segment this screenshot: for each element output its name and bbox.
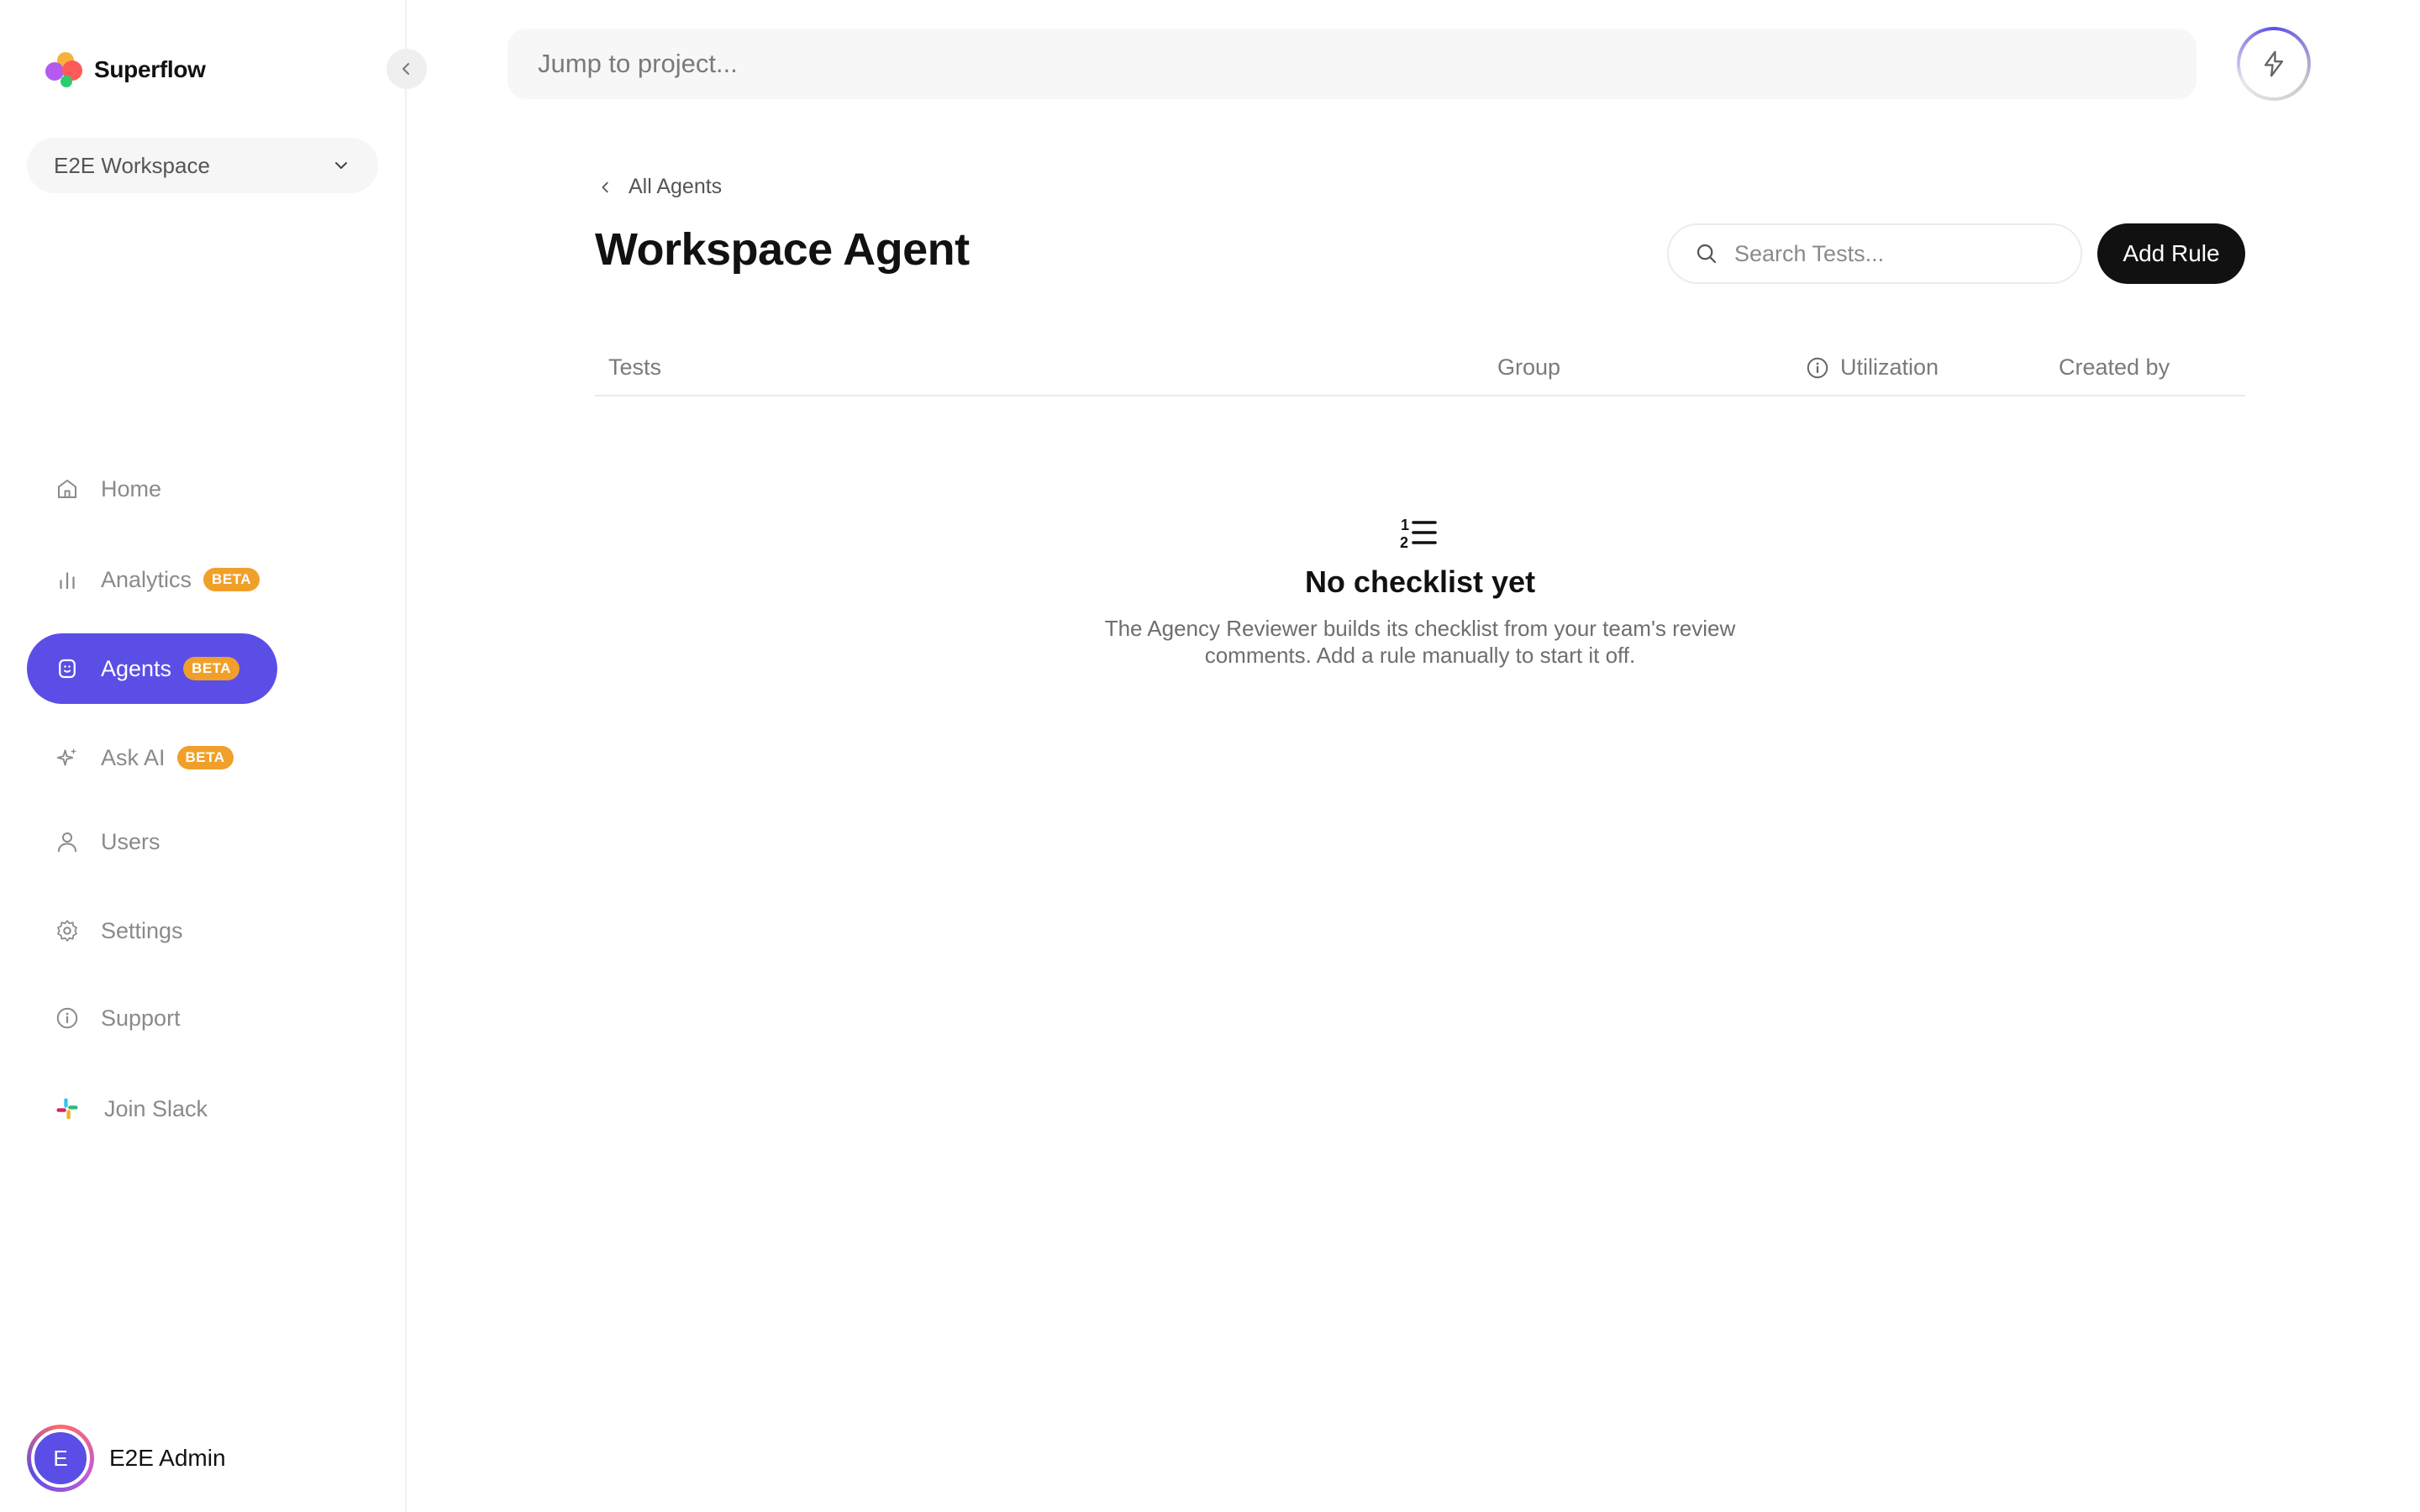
sidebar-item-label: Join Slack [104,1095,208,1121]
workspace-name: E2E Workspace [54,152,210,178]
empty-state-line: The Agency Reviewer builds its checklist… [1104,616,1736,641]
sidebar-item-home[interactable]: Home [27,454,161,524]
chevron-down-icon [335,162,347,169]
app-name: Superflow [94,56,206,82]
column-header-tests[interactable]: Tests [608,354,661,381]
workspace-selector[interactable]: E2E Workspace [27,138,378,193]
sidebar-item-settings[interactable]: Settings [27,895,183,966]
sidebar-item-label: Agents [101,655,172,681]
sidebar-item-label: Ask AI [101,744,166,770]
column-header-label: Utilization [1840,354,1939,380]
avatar-initial: E [31,1429,90,1488]
home-icon [54,475,81,502]
chevron-left-icon [598,180,613,195]
column-header-group[interactable]: Group [1497,354,1560,381]
user-profile[interactable]: E E2E Admin [27,1425,226,1492]
search-tests-input[interactable] [1734,240,2037,267]
tests-table-header: Tests Group Utilization Created by [595,346,2245,396]
sidebar-item-support[interactable]: Support [27,983,181,1053]
sidebar-item-users[interactable]: Users [27,806,160,877]
column-header-created-by[interactable]: Created by [2059,354,2170,381]
quick-actions-button[interactable] [2237,27,2311,101]
search-icon [1697,244,1717,264]
sidebar-item-analytics[interactable]: Analytics BETA [27,544,260,615]
info-icon [54,1005,81,1032]
sidebar-item-label: Support [101,1005,181,1031]
jump-to-project-search[interactable] [508,29,2196,99]
empty-state-line: comments. Add a rule manually to start i… [1204,643,1636,668]
info-icon[interactable] [1805,355,1830,381]
avatar[interactable]: E [27,1425,94,1492]
beta-badge: BETA [203,568,260,591]
svg-text:2: 2 [1400,534,1408,551]
user-name: E2E Admin [109,1445,226,1471]
user-icon [54,828,81,855]
sidebar-item-label: Home [101,475,162,501]
jump-to-project-input[interactable] [538,49,2196,79]
superflow-logo-icon [45,52,82,87]
search-tests-field[interactable] [1667,223,2082,284]
empty-state-description: The Agency Reviewer builds its checklist… [1042,615,1798,669]
sidebar-item-label: Users [101,828,160,854]
bar-chart-icon [54,566,81,593]
sidebar-item-label: Settings [101,917,183,943]
add-rule-button[interactable]: Add Rule [2097,223,2245,284]
numbered-list-icon: 1 2 [1400,517,1437,551]
page-title: Workspace Agent [595,224,970,275]
sparkles-icon [54,744,81,771]
beta-badge: BETA [176,746,234,769]
lightning-icon [2264,50,2284,77]
chevron-left-icon [402,63,409,75]
app-logo[interactable]: Superflow [45,52,206,87]
sidebar-item-label: Analytics [101,566,192,592]
sidebar-item-join-slack[interactable]: Join Slack [27,1074,208,1144]
breadcrumb-all-agents-link[interactable]: All Agents [629,175,722,199]
gear-icon [54,917,81,944]
slack-icon [54,1095,81,1122]
sidebar: Superflow E2E Workspace Home Analytics B… [0,0,427,1512]
beta-badge: BETA [183,657,240,680]
column-header-utilization[interactable]: Utilization [1805,354,1939,381]
empty-state-title: No checklist yet [1304,564,1536,599]
sidebar-item-agents[interactable]: Agents BETA [27,633,277,704]
sidebar-item-ask-ai[interactable]: Ask AI BETA [27,722,234,793]
bot-icon [54,655,81,682]
collapse-sidebar-button[interactable] [387,49,427,89]
svg-text:1: 1 [1401,517,1409,533]
breadcrumb[interactable]: All Agents [598,175,722,199]
